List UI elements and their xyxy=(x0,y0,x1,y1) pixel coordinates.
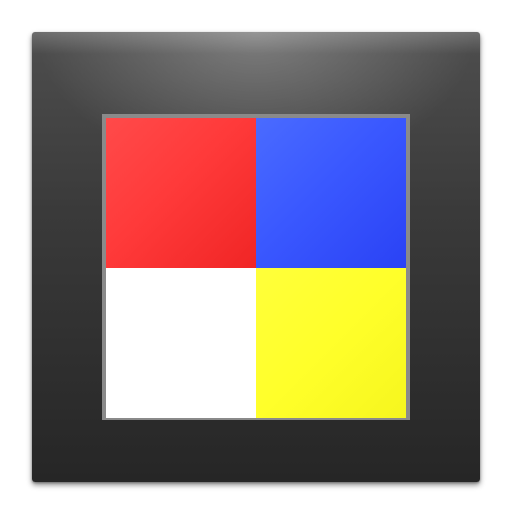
white-square xyxy=(106,268,256,418)
blue-square xyxy=(256,118,406,268)
icon-canvas xyxy=(0,0,512,512)
yellow-square xyxy=(256,268,406,418)
color-grid-frame xyxy=(102,114,410,420)
app-icon-tile[interactable] xyxy=(32,32,480,482)
red-square xyxy=(106,118,256,268)
